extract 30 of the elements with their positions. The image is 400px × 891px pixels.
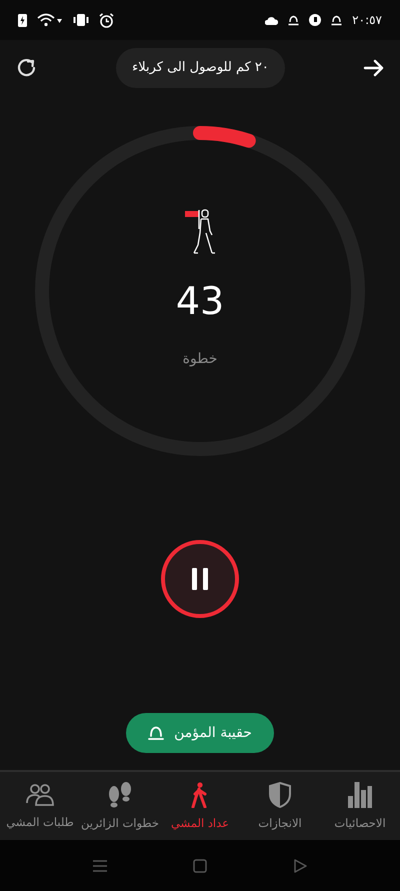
nav-tab[interactable]: خطوات الزائرين [80, 772, 160, 840]
nav-tab[interactable]: طلبات المشي [0, 772, 80, 840]
distance-pill: ٢٠ كم للوصول الى كربلاء [116, 48, 285, 88]
nav-tab[interactable]: الاحصائيات [320, 772, 400, 840]
menu-icon[interactable] [93, 858, 107, 872]
dome-icon [148, 725, 164, 741]
alarm-icon [99, 12, 114, 28]
people-icon [26, 783, 54, 807]
app-icon [309, 14, 322, 26]
shield-icon [268, 782, 292, 808]
cloud-icon [265, 16, 278, 24]
walker-flag-icon [184, 209, 216, 255]
footprints-icon [107, 782, 133, 808]
nav-tab[interactable]: الانجازات [240, 772, 320, 840]
nav-tab[interactable]: عداد المشي [160, 772, 240, 840]
battery-icon [18, 13, 27, 27]
steps-label: خطوة [182, 351, 218, 367]
home-square-icon[interactable] [193, 858, 207, 872]
dome-icon [331, 14, 342, 26]
step-count: 43 [176, 281, 224, 321]
wifi-icon [37, 13, 63, 27]
bar-chart-icon [348, 782, 372, 808]
clock-time: ٢٠:٥٧ [352, 13, 382, 27]
vibrate-icon [73, 14, 89, 26]
back-triangle-icon[interactable] [293, 858, 307, 872]
walking-person-icon [191, 782, 209, 808]
refresh-icon[interactable] [16, 56, 38, 78]
pause-icon [192, 568, 208, 590]
dome-icon [288, 14, 300, 26]
bag-button[interactable]: حقيبة المؤمن [126, 713, 274, 753]
